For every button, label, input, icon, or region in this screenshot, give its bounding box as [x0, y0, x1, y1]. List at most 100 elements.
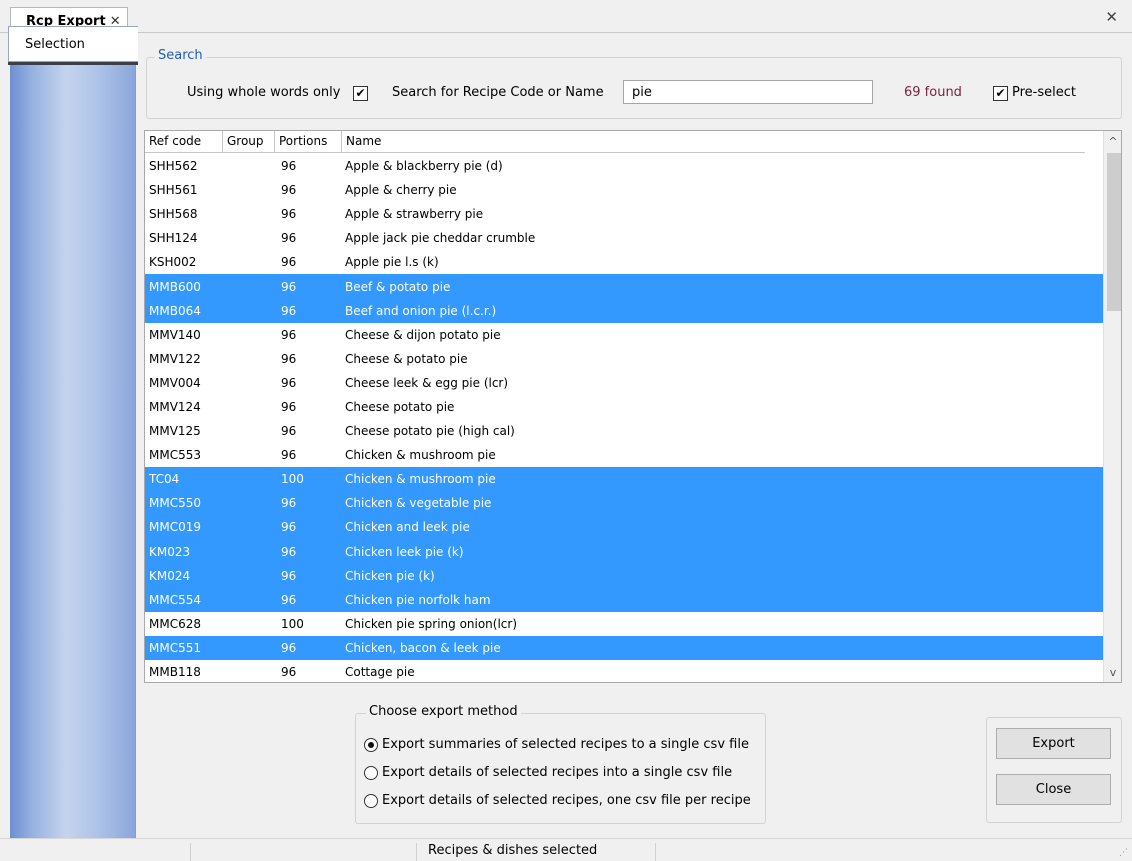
- cell-ref-code: SHH124: [149, 231, 198, 246]
- table-row[interactable]: MMV004 96 Cheese leek & egg pie (lcr): [145, 371, 1105, 395]
- table-row[interactable]: MMC550 96 Chicken & vegetable pie: [145, 491, 1105, 516]
- cell-ref-code: KSH002: [149, 255, 197, 270]
- table-row[interactable]: MMB600 96 Beef & potato pie: [145, 274, 1105, 299]
- window-close-icon[interactable]: ✕: [1105, 8, 1118, 26]
- export-option-details-single[interactable]: Export details of selected recipes into …: [364, 765, 732, 780]
- table-row[interactable]: KSH002 96 Apple pie l.s (k): [145, 250, 1105, 274]
- status-separator: [655, 843, 656, 861]
- recipe-table[interactable]: Ref code Group Portions Name SHH562 96 App…: [144, 130, 1122, 683]
- table-body: SHH562 96 Apple & blackberry pie (d) SHH561…: [145, 154, 1105, 682]
- table-row[interactable]: KM023 96 Chicken leek pie (k): [145, 539, 1105, 564]
- cell-portions: 96: [281, 544, 297, 559]
- export-option-label: Export details of selected recipes, one …: [382, 793, 751, 808]
- cell-ref-code: MMC019: [149, 520, 201, 535]
- action-button-group: Export Close: [986, 717, 1122, 823]
- radio-details-single[interactable]: [364, 765, 378, 780]
- scroll-up-icon[interactable]: ^: [1104, 133, 1121, 151]
- export-option-details-per-recipe[interactable]: Export details of selected recipes, one …: [364, 793, 751, 808]
- table-row[interactable]: MMV122 96 Cheese & potato pie: [145, 347, 1105, 371]
- cell-ref-code: TC04: [149, 472, 180, 487]
- cell-ref-code: MMV125: [149, 424, 201, 439]
- cell-name: Cheese & dijon potato pie: [345, 327, 501, 342]
- col-name[interactable]: Name: [342, 131, 1085, 153]
- resize-grip-icon[interactable]: ⋰: [1119, 848, 1129, 858]
- cell-portions: 96: [281, 207, 297, 222]
- cell-ref-code: SHH568: [149, 207, 198, 222]
- preselect-checkbox[interactable]: ✔: [993, 86, 1008, 101]
- tab-selection[interactable]: Selection: [8, 26, 138, 62]
- table-row[interactable]: SHH561 96 Apple & cherry pie: [145, 178, 1105, 202]
- cell-name: Beef & potato pie: [345, 279, 451, 294]
- cell-portions: 96: [281, 231, 297, 246]
- table-row[interactable]: MMB064 96 Beef and onion pie (l.c.r.): [145, 298, 1105, 323]
- whole-words-label: Using whole words only: [187, 85, 341, 100]
- table-row[interactable]: MMC553 96 Chicken & mushroom pie: [145, 443, 1105, 467]
- cell-name: Chicken & mushroom pie: [345, 472, 496, 487]
- radio-details-per-recipe[interactable]: [364, 793, 378, 808]
- cell-name: Chicken & mushroom pie: [345, 448, 496, 463]
- search-group: Search Using whole words only ✔ Search f…: [146, 48, 1122, 119]
- cell-portions: 96: [281, 303, 297, 318]
- col-ref-code[interactable]: Ref code: [145, 131, 223, 153]
- cell-name: Apple & strawberry pie: [345, 207, 484, 222]
- cell-ref-code: MMV124: [149, 399, 201, 414]
- cell-ref-code: MMB064: [149, 303, 201, 318]
- cell-name: Chicken & vegetable pie: [345, 496, 492, 511]
- status-separator: [190, 843, 191, 861]
- vertical-scrollbar[interactable]: ^ v: [1103, 131, 1121, 682]
- table-row[interactable]: SHH124 96 Apple jack pie cheddar crumble: [145, 226, 1105, 250]
- col-group[interactable]: Group: [223, 131, 275, 153]
- cell-name: Chicken, bacon & leek pie: [345, 640, 501, 655]
- cell-ref-code: KM023: [149, 544, 191, 559]
- table-row[interactable]: SHH568 96 Apple & strawberry pie: [145, 202, 1105, 226]
- table-row[interactable]: MMC019 96 Chicken and leek pie: [145, 515, 1105, 540]
- table-row[interactable]: MMC628 100 Chicken pie spring onion(lcr): [145, 612, 1105, 636]
- cell-portions: 100: [281, 472, 304, 487]
- cell-portions: 96: [281, 327, 297, 342]
- whole-words-checkbox[interactable]: ✔: [353, 86, 368, 101]
- cell-name: Chicken pie spring onion(lcr): [345, 616, 518, 631]
- table-row[interactable]: MMV140 96 Cheese & dijon potato pie: [145, 323, 1105, 347]
- cell-ref-code: MMC628: [149, 616, 201, 631]
- cell-ref-code: MMC551: [149, 640, 201, 655]
- scroll-thumb[interactable]: [1107, 153, 1121, 311]
- table-header: Ref code Group Portions Name: [145, 131, 1085, 153]
- table-row[interactable]: MMV125 96 Cheese potato pie (high cal): [145, 419, 1105, 443]
- table-row[interactable]: MMC551 96 Chicken, bacon & leek pie: [145, 635, 1105, 660]
- close-button[interactable]: Close: [996, 774, 1111, 805]
- table-row[interactable]: SHH562 96 Apple & blackberry pie (d): [145, 154, 1105, 178]
- export-method-group: Choose export method Export summaries of…: [355, 704, 766, 824]
- table-row[interactable]: MMV124 96 Cheese potato pie: [145, 395, 1105, 419]
- cell-portions: 96: [281, 665, 297, 680]
- cell-name: Chicken and leek pie: [345, 520, 470, 535]
- cell-name: Apple & cherry pie: [345, 183, 457, 198]
- cell-portions: 96: [281, 255, 297, 270]
- search-label: Search for Recipe Code or Name: [392, 85, 604, 100]
- cell-ref-code: MMV004: [149, 375, 201, 390]
- found-count: 69 found: [904, 85, 962, 100]
- export-button[interactable]: Export: [996, 728, 1111, 759]
- cell-ref-code: MMV140: [149, 327, 201, 342]
- table-row[interactable]: MMB118 96 Cottage pie: [145, 660, 1105, 682]
- export-option-label: Export summaries of selected recipes to …: [382, 737, 749, 752]
- cell-name: Cheese potato pie: [345, 399, 455, 414]
- status-text: Recipes & dishes selected: [428, 843, 598, 858]
- search-input[interactable]: [623, 80, 873, 104]
- tab-bar: Rcp Export ✕ ✕: [0, 0, 1132, 34]
- cell-ref-code: KM024: [149, 568, 191, 583]
- cell-ref-code: MMB118: [149, 665, 201, 680]
- cell-portions: 96: [281, 279, 297, 294]
- scroll-down-icon[interactable]: v: [1104, 664, 1121, 682]
- col-portions[interactable]: Portions: [275, 131, 342, 153]
- radio-summaries[interactable]: [364, 737, 378, 752]
- table-row[interactable]: TC04 100 Chicken & mushroom pie: [145, 467, 1105, 492]
- left-panel: [10, 34, 136, 838]
- cell-portions: 96: [281, 496, 297, 511]
- cell-portions: 96: [281, 448, 297, 463]
- cell-portions: 96: [281, 183, 297, 198]
- table-row[interactable]: KM024 96 Chicken pie (k): [145, 563, 1105, 588]
- cell-ref-code: SHH561: [149, 183, 198, 198]
- export-option-summaries[interactable]: Export summaries of selected recipes to …: [364, 737, 749, 752]
- table-row[interactable]: MMC554 96 Chicken pie norfolk ham: [145, 587, 1105, 612]
- cell-ref-code: SHH562: [149, 159, 198, 174]
